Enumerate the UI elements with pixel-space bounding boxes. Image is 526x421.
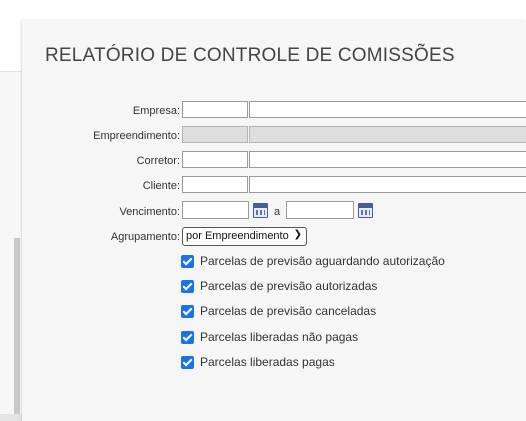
agrupamento-select[interactable]: por Empreendimento ❯ <box>182 227 307 246</box>
sidebar-scrollbar[interactable] <box>14 238 20 414</box>
checkbox-checked[interactable] <box>181 331 194 344</box>
cliente-code-input[interactable] <box>182 176 248 193</box>
sidebar-footer <box>0 414 22 421</box>
agrupamento-selected-value: por Empreendimento <box>186 230 289 242</box>
empreendimento-code-input <box>182 126 248 143</box>
vencimento-to-input[interactable] <box>286 201 354 219</box>
empreendimento-description-input <box>249 126 526 143</box>
calendar-icon[interactable] <box>358 203 373 218</box>
checkbox-checked[interactable] <box>181 305 194 318</box>
checkbox-label: Parcelas de previsão canceladas <box>200 304 377 318</box>
chevron-down-icon: ❯ <box>293 229 302 240</box>
vencimento-from-input[interactable] <box>182 201 249 219</box>
empresa-code-input[interactable] <box>182 101 248 118</box>
corretor-description-input[interactable] <box>249 151 526 168</box>
vencimento-label: Vencimento: <box>119 206 180 218</box>
top-bar <box>0 0 526 20</box>
date-range-separator: a <box>274 206 281 218</box>
checkbox-checked[interactable] <box>181 280 194 293</box>
corretor-label: Corretor: <box>136 155 180 167</box>
page-title: RELATÓRIO DE CONTROLE DE COMISSÕES <box>45 45 455 66</box>
checkbox-label: Parcelas liberadas não pagas <box>200 330 359 344</box>
cliente-label: Cliente: <box>142 180 180 192</box>
report-panel: RELATÓRIO DE CONTROLE DE COMISSÕES Empre… <box>22 20 526 421</box>
empresa-description-input[interactable] <box>249 101 526 118</box>
agrupamento-label: Agrupamento: <box>110 231 180 243</box>
checkbox-label: Parcelas de previsão autorizadas <box>200 279 378 293</box>
checkbox-checked[interactable] <box>181 255 194 268</box>
checkbox-label: Parcelas de previsão aguardando autoriza… <box>200 254 445 268</box>
checkbox-label: Parcelas liberadas pagas <box>200 355 335 369</box>
checkbox-checked[interactable] <box>181 356 194 369</box>
corretor-code-input[interactable] <box>182 151 248 168</box>
calendar-icon[interactable] <box>253 203 268 218</box>
empreendimento-label: Empreendimento: <box>93 130 180 142</box>
empresa-label: Empresa: <box>132 105 180 117</box>
cliente-description-input[interactable] <box>249 176 526 193</box>
left-sidebar-header <box>0 20 22 72</box>
